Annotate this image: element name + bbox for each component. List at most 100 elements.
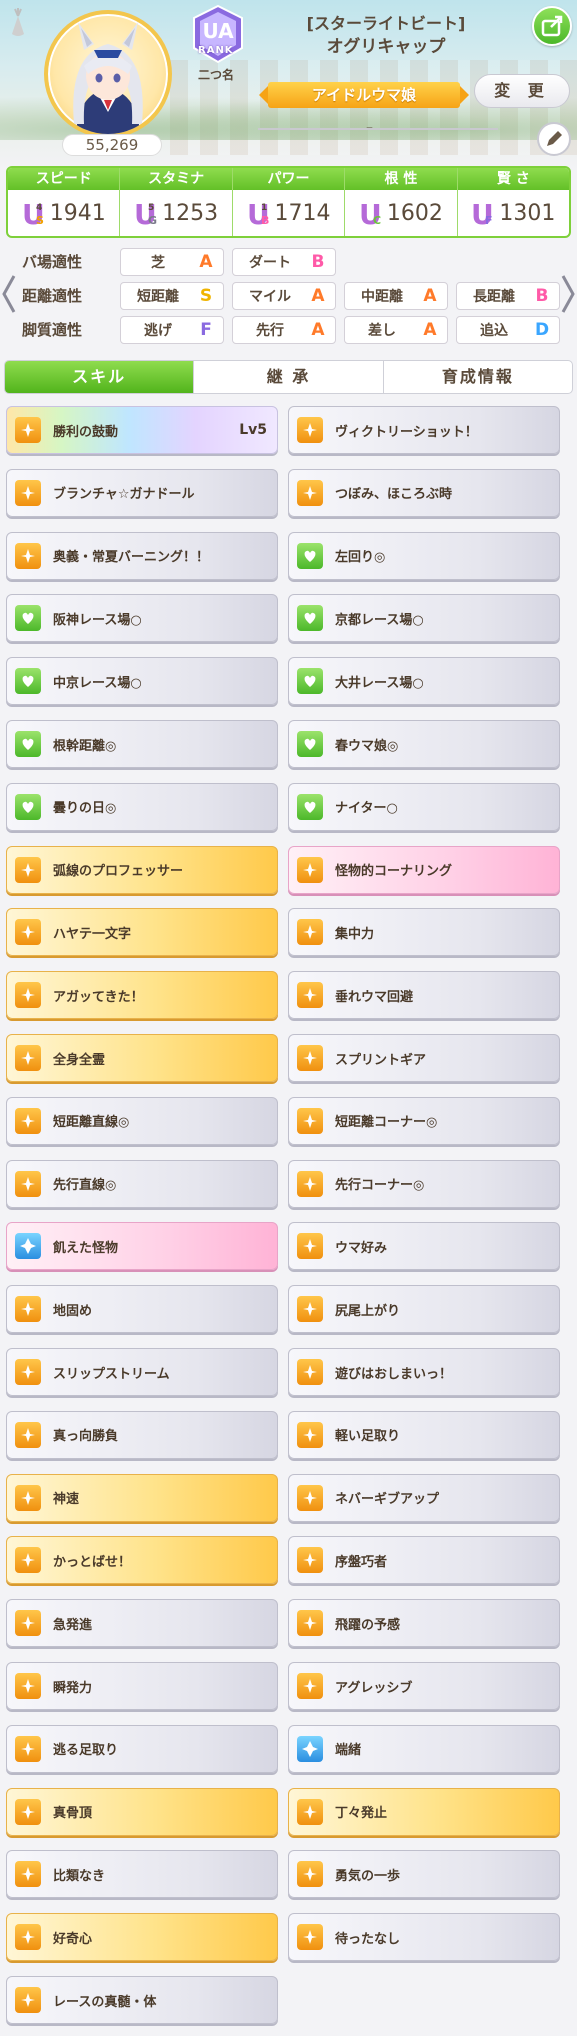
skill-item[interactable]: 短距離直線◎ (6, 1096, 278, 1145)
share-button[interactable] (532, 6, 572, 46)
aptitude-name: 長距離 (473, 289, 515, 305)
speed-icon (15, 1547, 41, 1574)
skill-name: 曇りの日◎ (53, 801, 117, 817)
skill-level: Lv5 (239, 422, 267, 438)
skill-item[interactable]: 中京レース場○ (6, 657, 278, 706)
chevron-left-icon[interactable] (2, 274, 16, 314)
skill-item[interactable]: スプリントギア (288, 1034, 560, 1082)
skill-item[interactable]: 集中力 (288, 908, 560, 957)
tab-bar: スキル 継 承 育成情報 (4, 360, 573, 394)
speed-icon (15, 1610, 41, 1637)
skill-item[interactable]: 大井レース場○ (288, 657, 560, 706)
skill-name: 京都レース場○ (335, 612, 424, 628)
skill-item[interactable]: 先行直線◎ (6, 1159, 278, 1208)
aptitude-cell: 先行 A (232, 316, 336, 344)
speed-icon (15, 1170, 41, 1197)
skill-item[interactable]: 飛躍の予感 (288, 1599, 560, 1648)
skill-item[interactable]: 左回り◎ (288, 531, 560, 580)
skill-item[interactable]: スリップストリーム (6, 1348, 278, 1396)
skill-item[interactable]: 垂れウマ回避 (288, 971, 560, 1020)
skill-item[interactable]: 端緒 (288, 1724, 560, 1773)
green-icon (297, 542, 323, 569)
skill-item[interactable]: アグレッシブ (288, 1662, 560, 1710)
skill-item[interactable]: 短距離コーナー◎ (288, 1096, 560, 1145)
blue-icon (15, 1233, 41, 1260)
aptitude-cell: 芝A (120, 248, 224, 276)
svg-text:G: G (148, 214, 157, 227)
skill-item[interactable]: 好奇心 (6, 1913, 278, 1962)
speed-icon (297, 479, 323, 506)
skill-item[interactable]: 奥義・常夏バーニング！！ (6, 531, 278, 580)
skill-item[interactable]: ウマ好み (288, 1222, 560, 1271)
skill-item[interactable]: 勝利の鼓動 Lv5 (6, 406, 278, 454)
skill-item[interactable]: ハヤテ一文字 (6, 908, 278, 957)
pencil-icon (547, 131, 562, 146)
skill-name: 真っ向勝負 (53, 1429, 119, 1445)
aptitude-name: 逃げ (144, 323, 172, 339)
skill-item[interactable]: アガッてきた！ (6, 971, 278, 1020)
skill-name: 待ったなし (335, 1931, 401, 1947)
skill-item[interactable]: 神速 (6, 1473, 278, 1522)
skill-item[interactable]: 勇気の一歩 (288, 1850, 560, 1899)
nickname[interactable]: 二つ名 (186, 66, 246, 83)
skill-item[interactable]: 真っ向勝負 (6, 1410, 278, 1459)
aptitude-cell: 中距離 A (344, 282, 448, 310)
skill-item[interactable]: 瞬発力 (6, 1662, 278, 1710)
aptitude-grade: S (199, 286, 213, 306)
skill-item[interactable]: ヴィクトリーショット！ (288, 406, 560, 454)
stats-panel: スピード U4S 1941 スタミナ U5G 1253 パワー U1B 1714… (6, 166, 571, 238)
speed-icon (15, 856, 41, 883)
skill-item[interactable]: 逃る足取り (6, 1724, 278, 1773)
skill-item[interactable]: ナイター○ (288, 782, 560, 831)
stat-label: 賢 さ (457, 168, 569, 190)
skill-item[interactable]: 全身全霊 (6, 1034, 278, 1082)
skill-item[interactable]: 京都レース場○ (288, 594, 560, 643)
tab-training-info[interactable]: 育成情報 (384, 361, 572, 393)
skill-item[interactable]: つぼみ、ほころぶ時 (288, 468, 560, 517)
skill-item[interactable]: 丁々発止 (288, 1787, 560, 1836)
skill-name: 中京レース場○ (53, 675, 142, 691)
skill-item[interactable]: 真骨頂 (6, 1787, 278, 1836)
skill-name: 勝利の鼓動 (53, 424, 119, 440)
skill-item[interactable]: 遊びはおしまいっ！ (288, 1348, 560, 1396)
skill-name: 急発進 (53, 1617, 93, 1633)
chevron-right-icon[interactable] (561, 274, 575, 314)
tab-inheritance[interactable]: 継 承 (194, 361, 384, 393)
stat-value: 1714 (274, 200, 331, 226)
change-button[interactable]: 変 更 (474, 74, 570, 108)
skill-item[interactable]: 待ったなし (288, 1913, 560, 1962)
skill-item[interactable]: 阪神レース場○ (6, 594, 278, 643)
stat-stamina: スタミナ U5G 1253 (120, 168, 233, 236)
aptitude-row-style: 脚質適性 (22, 314, 122, 344)
speed-icon (15, 1673, 41, 1699)
svg-text:S: S (36, 214, 44, 227)
skill-name: レースの真髄・体 (53, 1994, 157, 2010)
skill-item[interactable]: 急発進 (6, 1599, 278, 1648)
svg-text:B: B (261, 214, 269, 227)
skill-item[interactable]: かっとばせ！ (6, 1536, 278, 1585)
skill-item[interactable]: 尻尾上がり (288, 1285, 560, 1334)
skill-name: 神速 (53, 1492, 80, 1508)
character-portrait[interactable] (44, 10, 172, 138)
skill-item[interactable]: 根幹距離◎ (6, 720, 278, 768)
skill-item[interactable]: 怪物的コーナリング (288, 845, 560, 894)
aptitude-name: 追込 (480, 323, 508, 339)
skill-item[interactable]: 先行コーナー◎ (288, 1159, 560, 1208)
skill-name: 全身全霊 (53, 1052, 106, 1068)
skill-item[interactable]: 序盤巧者 (288, 1536, 560, 1585)
skill-item[interactable]: 曇りの日◎ (6, 782, 278, 831)
skill-name: 比類なき (53, 1868, 106, 1884)
edit-button[interactable] (537, 122, 571, 156)
skill-item[interactable]: レースの真髄・体 (6, 1976, 278, 2024)
skill-item[interactable]: 飢えた怪物 (6, 1222, 278, 1271)
skill-item[interactable]: 軽い足取り (288, 1410, 560, 1459)
skill-item[interactable]: 春ウマ娘◎ (288, 720, 560, 768)
tab-skills[interactable]: スキル (5, 361, 195, 393)
skill-item[interactable]: 弧線のプロフェッサー (6, 845, 278, 894)
skill-item[interactable]: ネバーギブアップ (288, 1473, 560, 1522)
speed-icon (15, 1924, 41, 1951)
skill-item[interactable]: ブランチャ☆ガナドール (6, 468, 278, 517)
skill-item[interactable]: 比類なき (6, 1850, 278, 1899)
skill-item[interactable]: 地固め (6, 1285, 278, 1334)
stat-label: パワー (232, 168, 345, 190)
